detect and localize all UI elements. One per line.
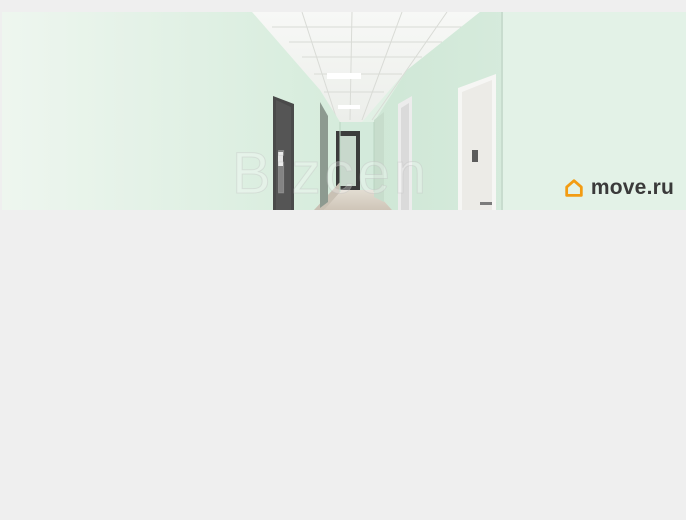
house-outline-icon (565, 179, 583, 197)
corridor-photo: Bizcen move.ru (2, 12, 686, 210)
empty-content-area (0, 210, 686, 520)
brand-logo: move.ru (563, 176, 674, 200)
brand-logo-text: move.ru (590, 176, 674, 199)
page: Bizcen move.ru (0, 0, 686, 520)
